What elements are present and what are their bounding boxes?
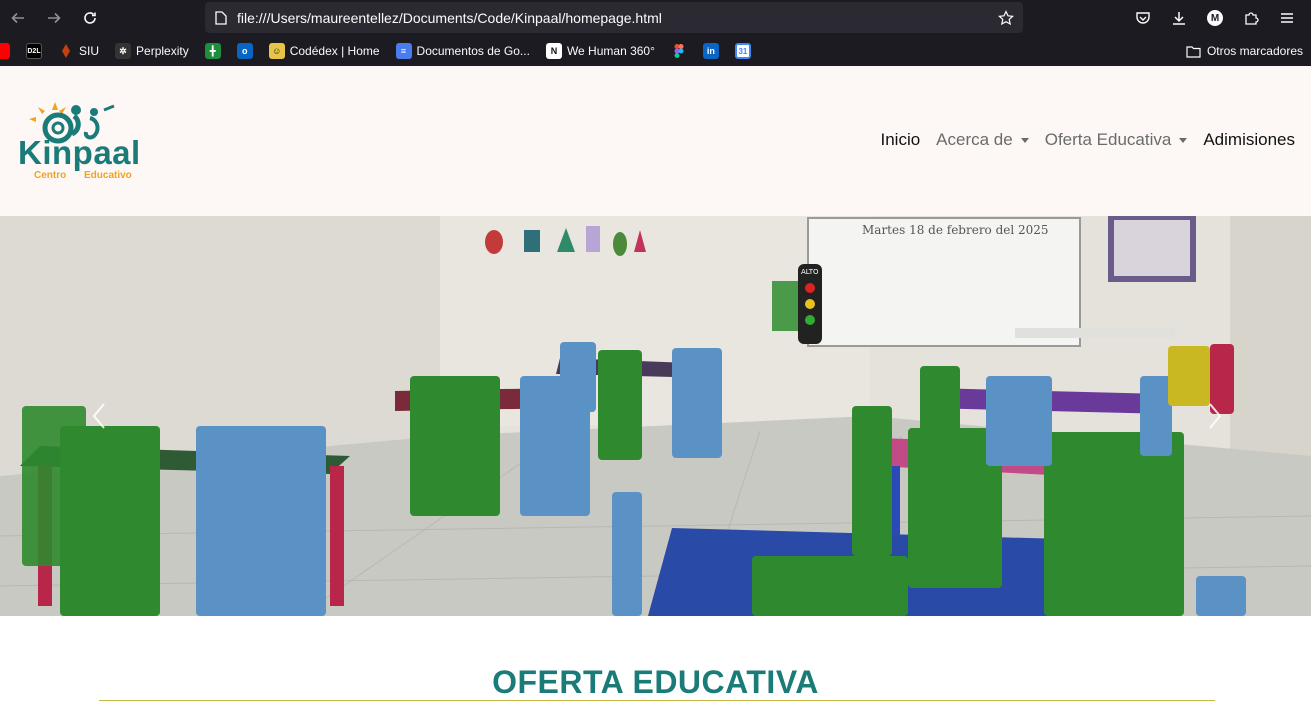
- bookmark-label: We Human 360°: [566, 44, 655, 58]
- extensions-button[interactable]: [1233, 0, 1269, 36]
- bookmark-linkedin[interactable]: in: [695, 38, 727, 64]
- perplexity-icon: ✲: [115, 43, 132, 59]
- logo-subtitle-educativo: Educativo: [84, 170, 132, 181]
- main-nav: Inicio Acerca de Oferta Educativa Adimis…: [864, 130, 1295, 150]
- bookmark-star-icon[interactable]: [989, 9, 1023, 26]
- d2l-icon: D2L: [26, 43, 42, 59]
- google-calendar-icon: 31: [734, 43, 751, 59]
- reload-icon: [84, 12, 96, 24]
- linkedin-icon: in: [702, 43, 719, 59]
- carousel-prev-button[interactable]: [84, 396, 114, 436]
- back-button[interactable]: [0, 0, 36, 36]
- browser-toolbar: file:///Users/maureentellez/Documents/Co…: [0, 0, 1311, 36]
- bookmark-codedex[interactable]: ☺ Codédex | Home: [261, 38, 388, 64]
- arrow-right-icon: [48, 12, 61, 24]
- figma-icon: [671, 43, 687, 59]
- whiteboard-text: Martes 18 de febrero del 2025: [862, 223, 1049, 237]
- caret-down-icon: [1179, 137, 1188, 143]
- chevron-right-icon: [1209, 403, 1222, 429]
- oferta-educativa-section: OFERTA EDUCATIVA: [0, 616, 1311, 716]
- download-icon: [1173, 12, 1185, 25]
- menu-button[interactable]: [1269, 0, 1305, 36]
- youtube-icon: [0, 43, 10, 59]
- bookmark-label: Perplexity: [136, 44, 189, 58]
- nav-oferta-educativa[interactable]: Oferta Educativa: [1045, 130, 1188, 150]
- google-docs-icon: ≡: [395, 43, 412, 59]
- reload-button[interactable]: [72, 0, 108, 36]
- folder-icon: [1186, 45, 1201, 58]
- section-title: OFERTA EDUCATIVA: [492, 664, 819, 700]
- codedex-icon: ☺: [268, 43, 285, 59]
- bookmark-perplexity[interactable]: ✲ Perplexity: [107, 38, 197, 64]
- pocket-button[interactable]: [1125, 0, 1161, 36]
- page-icon: [205, 10, 237, 25]
- hero-carousel: Martes 18 de febrero del 2025 ALTO: [0, 216, 1311, 616]
- nav-oferta-label: Oferta Educativa: [1044, 130, 1172, 149]
- other-bookmarks-label: Otros marcadores: [1206, 44, 1303, 58]
- pocket-icon: [1136, 12, 1150, 24]
- forward-button[interactable]: [36, 0, 72, 36]
- chevron-left-icon: [92, 403, 105, 429]
- site-header: Kinpaal Centro Educativo Inicio Acerca d…: [0, 66, 1311, 216]
- nav-acerca-de-label: Acerca de: [936, 130, 1013, 149]
- notion-icon: N: [545, 43, 562, 59]
- nav-admisiones[interactable]: Adimisiones: [1203, 130, 1295, 150]
- logo-text: Kinpaal: [18, 134, 141, 171]
- bookmark-sheets[interactable]: ╋: [197, 38, 229, 64]
- stop-sign-text: ALTO: [801, 268, 819, 276]
- bookmark-label: SIU: [79, 44, 100, 58]
- carousel-next-button[interactable]: [1200, 396, 1230, 436]
- bookmark-siu[interactable]: SIU: [50, 38, 107, 64]
- bookmark-outlook[interactable]: o: [229, 38, 261, 64]
- account-avatar: M: [1207, 10, 1223, 26]
- bookmark-google-docs[interactable]: ≡ Documentos de Go...: [388, 38, 538, 64]
- bookmark-label: Documentos de Go...: [416, 44, 530, 58]
- url-text[interactable]: file:///Users/maureentellez/Documents/Co…: [237, 10, 989, 26]
- bookmarks-bar: D2L SIU ✲ Perplexity ╋ o ☺ Codédex | Hom…: [0, 36, 1311, 66]
- section-divider: [99, 700, 1215, 701]
- nav-inicio[interactable]: Inicio: [880, 130, 920, 150]
- toolbar-right: M: [1125, 0, 1305, 36]
- address-bar[interactable]: file:///Users/maureentellez/Documents/Co…: [205, 2, 1023, 33]
- caret-down-icon: [1020, 137, 1029, 143]
- siu-icon: [58, 43, 74, 59]
- bookmark-we-human[interactable]: N We Human 360°: [538, 38, 663, 64]
- bookmark-youtube[interactable]: [0, 38, 18, 64]
- classroom-photo: Martes 18 de febrero del 2025 ALTO: [0, 216, 1311, 616]
- hamburger-icon: [1281, 13, 1293, 23]
- arrow-left-icon: [11, 12, 24, 24]
- google-sheets-icon: ╋: [204, 43, 221, 59]
- account-button[interactable]: M: [1197, 0, 1233, 36]
- puzzle-icon: [1245, 12, 1259, 25]
- bookmark-figma[interactable]: [663, 38, 695, 64]
- outlook-icon: o: [236, 43, 253, 59]
- bookmark-label: Codédex | Home: [289, 44, 380, 58]
- kinpaal-logo[interactable]: Kinpaal Centro Educativo: [18, 100, 148, 184]
- logo-subtitle-centro: Centro: [34, 170, 67, 181]
- other-bookmarks[interactable]: Otros marcadores: [1186, 36, 1303, 66]
- nav-acerca-de[interactable]: Acerca de: [936, 130, 1029, 150]
- bookmark-calendar[interactable]: 31: [727, 38, 759, 64]
- downloads-button[interactable]: [1161, 0, 1197, 36]
- bookmark-d2l[interactable]: D2L: [18, 38, 50, 64]
